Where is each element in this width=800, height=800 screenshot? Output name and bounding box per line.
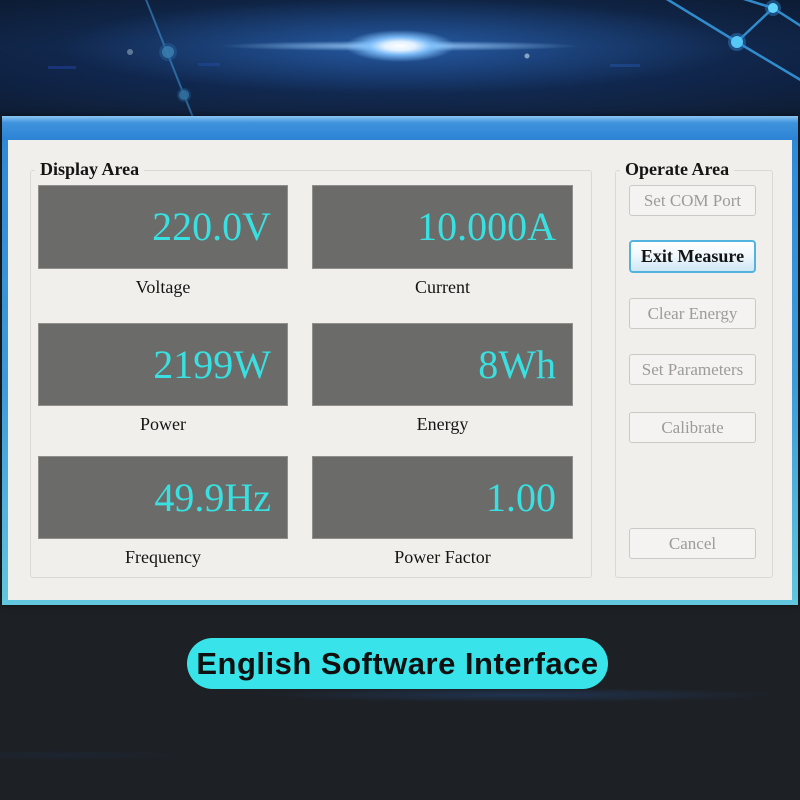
current-label: Current (312, 277, 573, 298)
frequency-label: Frequency (38, 547, 288, 568)
power-readout: 2199W (38, 323, 288, 406)
meter-power-factor: 1.00 Power Factor (312, 456, 573, 568)
meter-frequency: 49.9Hz Frequency (38, 456, 288, 568)
calibrate-button[interactable]: Calibrate (629, 412, 756, 443)
window-body: Display Area 220.0V Voltage 10.000A Curr… (8, 140, 792, 600)
voltage-label: Voltage (38, 277, 288, 298)
exit-measure-button[interactable]: Exit Measure (629, 240, 756, 273)
caption-banner: English Software Interface (187, 638, 608, 689)
constellation-graphic (0, 0, 800, 116)
background-bottom-glow (0, 605, 800, 800)
screenshot-root: Display Area 220.0V Voltage 10.000A Curr… (0, 0, 800, 800)
background-hero (0, 0, 800, 116)
operate-area-group: Operate Area Set COM Port Exit Measure C… (615, 170, 773, 578)
voltage-readout: 220.0V (38, 185, 288, 269)
window-titlebar[interactable] (2, 116, 798, 140)
energy-readout: 8Wh (312, 323, 573, 406)
clear-energy-button[interactable]: Clear Energy (629, 298, 756, 329)
power-factor-readout: 1.00 (312, 456, 573, 539)
energy-label: Energy (312, 414, 573, 435)
current-readout: 10.000A (312, 185, 573, 269)
caption-text: English Software Interface (196, 646, 598, 682)
power-label: Power (38, 414, 288, 435)
cancel-button[interactable]: Cancel (629, 528, 756, 559)
set-parameters-button[interactable]: Set Parameters (629, 354, 756, 385)
app-window: Display Area 220.0V Voltage 10.000A Curr… (2, 116, 798, 605)
meter-energy: 8Wh Energy (312, 323, 573, 435)
display-area-group: Display Area 220.0V Voltage 10.000A Curr… (30, 170, 592, 578)
meter-current: 10.000A Current (312, 185, 573, 298)
power-factor-label: Power Factor (312, 547, 573, 568)
operate-area-title: Operate Area (620, 159, 734, 180)
display-area-title: Display Area (35, 159, 144, 180)
meter-power: 2199W Power (38, 323, 288, 435)
set-com-port-button[interactable]: Set COM Port (629, 185, 756, 216)
meter-voltage: 220.0V Voltage (38, 185, 288, 298)
frequency-readout: 49.9Hz (38, 456, 288, 539)
